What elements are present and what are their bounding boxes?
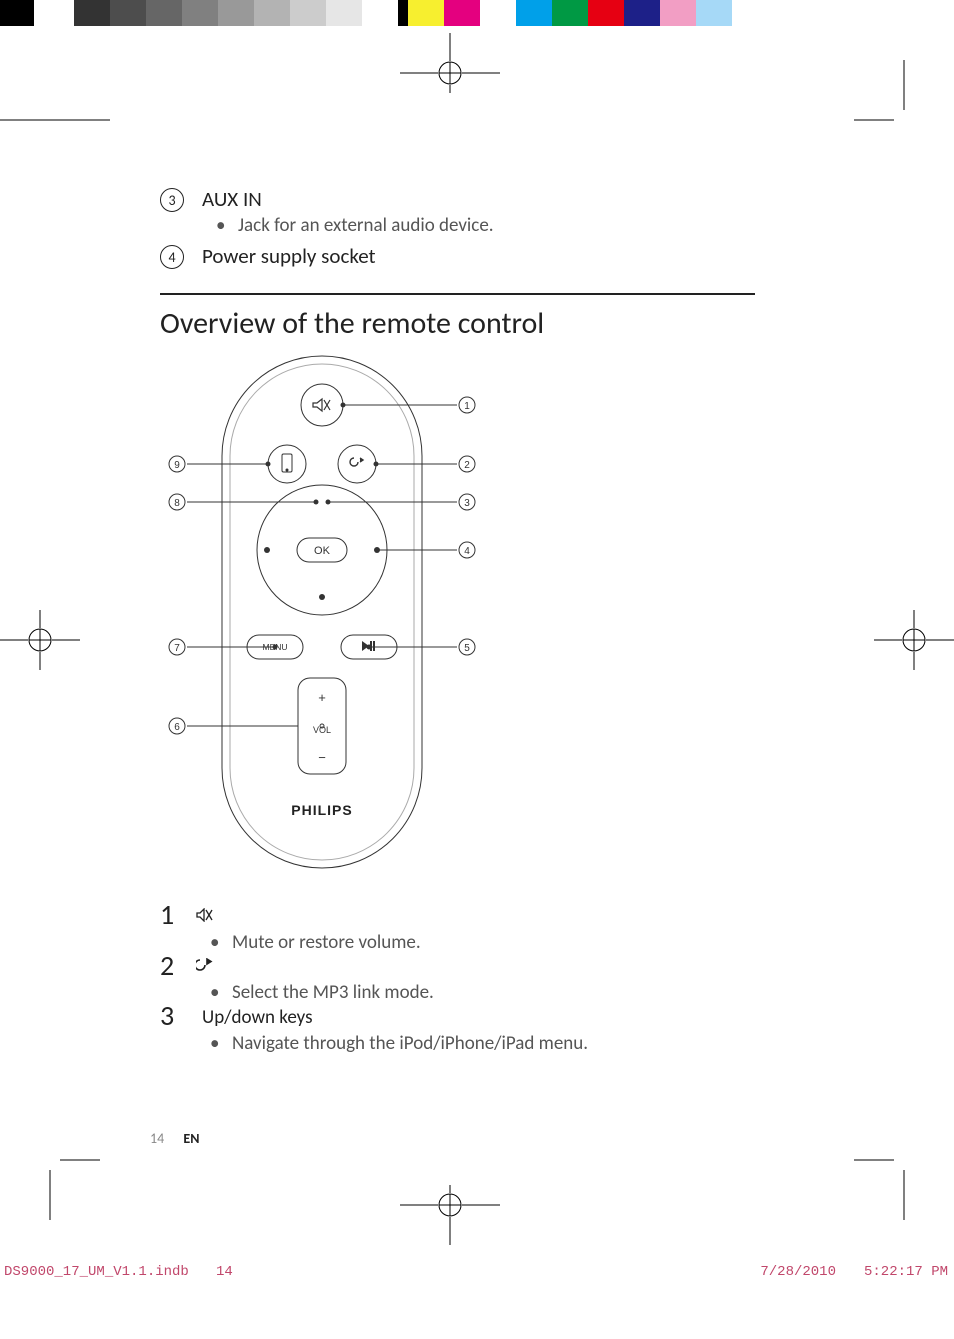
mp3link-icon (196, 956, 214, 979)
registration-mark-left (0, 610, 80, 670)
printer-color-bar (0, 0, 954, 26)
section-rule (160, 293, 755, 295)
slug-filename: DS9000_17_UM_V1.1.indb (4, 1264, 189, 1280)
bullet-item: • Select the MP3 link mode. (210, 981, 800, 1004)
crop-mark-bottom-right (854, 1150, 924, 1220)
registration-mark-right (874, 610, 954, 670)
svg-text:3: 3 (464, 498, 470, 509)
list-label: Up/down keys (202, 1004, 800, 1032)
registration-mark-top (400, 33, 500, 93)
desc-item-4: 4 Power supply socket (160, 243, 800, 271)
brand-label: PHILIPS (291, 802, 352, 818)
mute-icon (196, 906, 214, 929)
vol-label: VOL (313, 725, 331, 735)
list-number: 2 (160, 952, 196, 980)
minus-label: − (318, 750, 326, 765)
list-number: 1 (160, 901, 196, 929)
svg-text:4: 4 (464, 546, 470, 557)
page-content: 3 AUX IN • Jack for an external audio de… (160, 186, 800, 1055)
svg-text:5: 5 (464, 643, 470, 654)
bullet-item: • Jack for an external audio device. (216, 214, 800, 237)
svg-text:8: 8 (174, 498, 180, 509)
list-label (196, 903, 800, 931)
svg-text:1: 1 (464, 401, 470, 412)
bullet-item: • Navigate through the iPod/iPhone/iPad … (210, 1032, 800, 1055)
bullet-text: Mute or restore volume. (232, 931, 421, 954)
entry-title: AUX IN (202, 186, 800, 212)
list-item-2: 2 • Select the MP3 link mode. (160, 954, 800, 1005)
svg-text:6: 6 (174, 722, 180, 733)
list-item-3: 3 Up/down keys • Navigate through the iP… (160, 1004, 800, 1055)
crop-mark-top-right (854, 60, 924, 130)
crop-mark-bottom-left (30, 1150, 100, 1220)
desc-item-3: 3 AUX IN • Jack for an external audio de… (160, 186, 800, 237)
bullet-item: • Mute or restore volume. (210, 931, 800, 954)
registration-mark-bottom (400, 1185, 500, 1245)
slug-time: 5:22:17 PM (864, 1264, 948, 1280)
section-heading: Overview of the remote control (160, 305, 800, 342)
slug-page: 14 (216, 1264, 233, 1280)
bullet-text: Jack for an external audio device. (238, 214, 494, 237)
entry-title: Power supply socket (202, 243, 800, 269)
bullet-text: Navigate through the iPod/iPhone/iPad me… (232, 1032, 588, 1055)
slug-date: 7/28/2010 (760, 1264, 836, 1280)
list-label (196, 954, 800, 982)
page-number: 14 (150, 1130, 164, 1147)
svg-text:2: 2 (464, 460, 470, 471)
circled-number: 3 (160, 188, 184, 212)
page-lang: EN (183, 1130, 199, 1147)
page-footer: 14 EN (150, 1130, 199, 1147)
plus-label: + (318, 690, 326, 705)
list-item-1: 1 • Mute or restore volume. (160, 903, 800, 954)
crop-mark-top-left-line (0, 118, 110, 122)
ok-label: OK (314, 545, 331, 557)
remote-diagram: OK MENU + VOL − PHILIPS 1 2 (112, 350, 800, 885)
svg-text:9: 9 (174, 460, 180, 471)
circled-number: 4 (160, 245, 184, 269)
list-number: 3 (160, 1002, 196, 1030)
svg-text:7: 7 (174, 643, 180, 654)
bullet-text: Select the MP3 link mode. (232, 981, 434, 1004)
